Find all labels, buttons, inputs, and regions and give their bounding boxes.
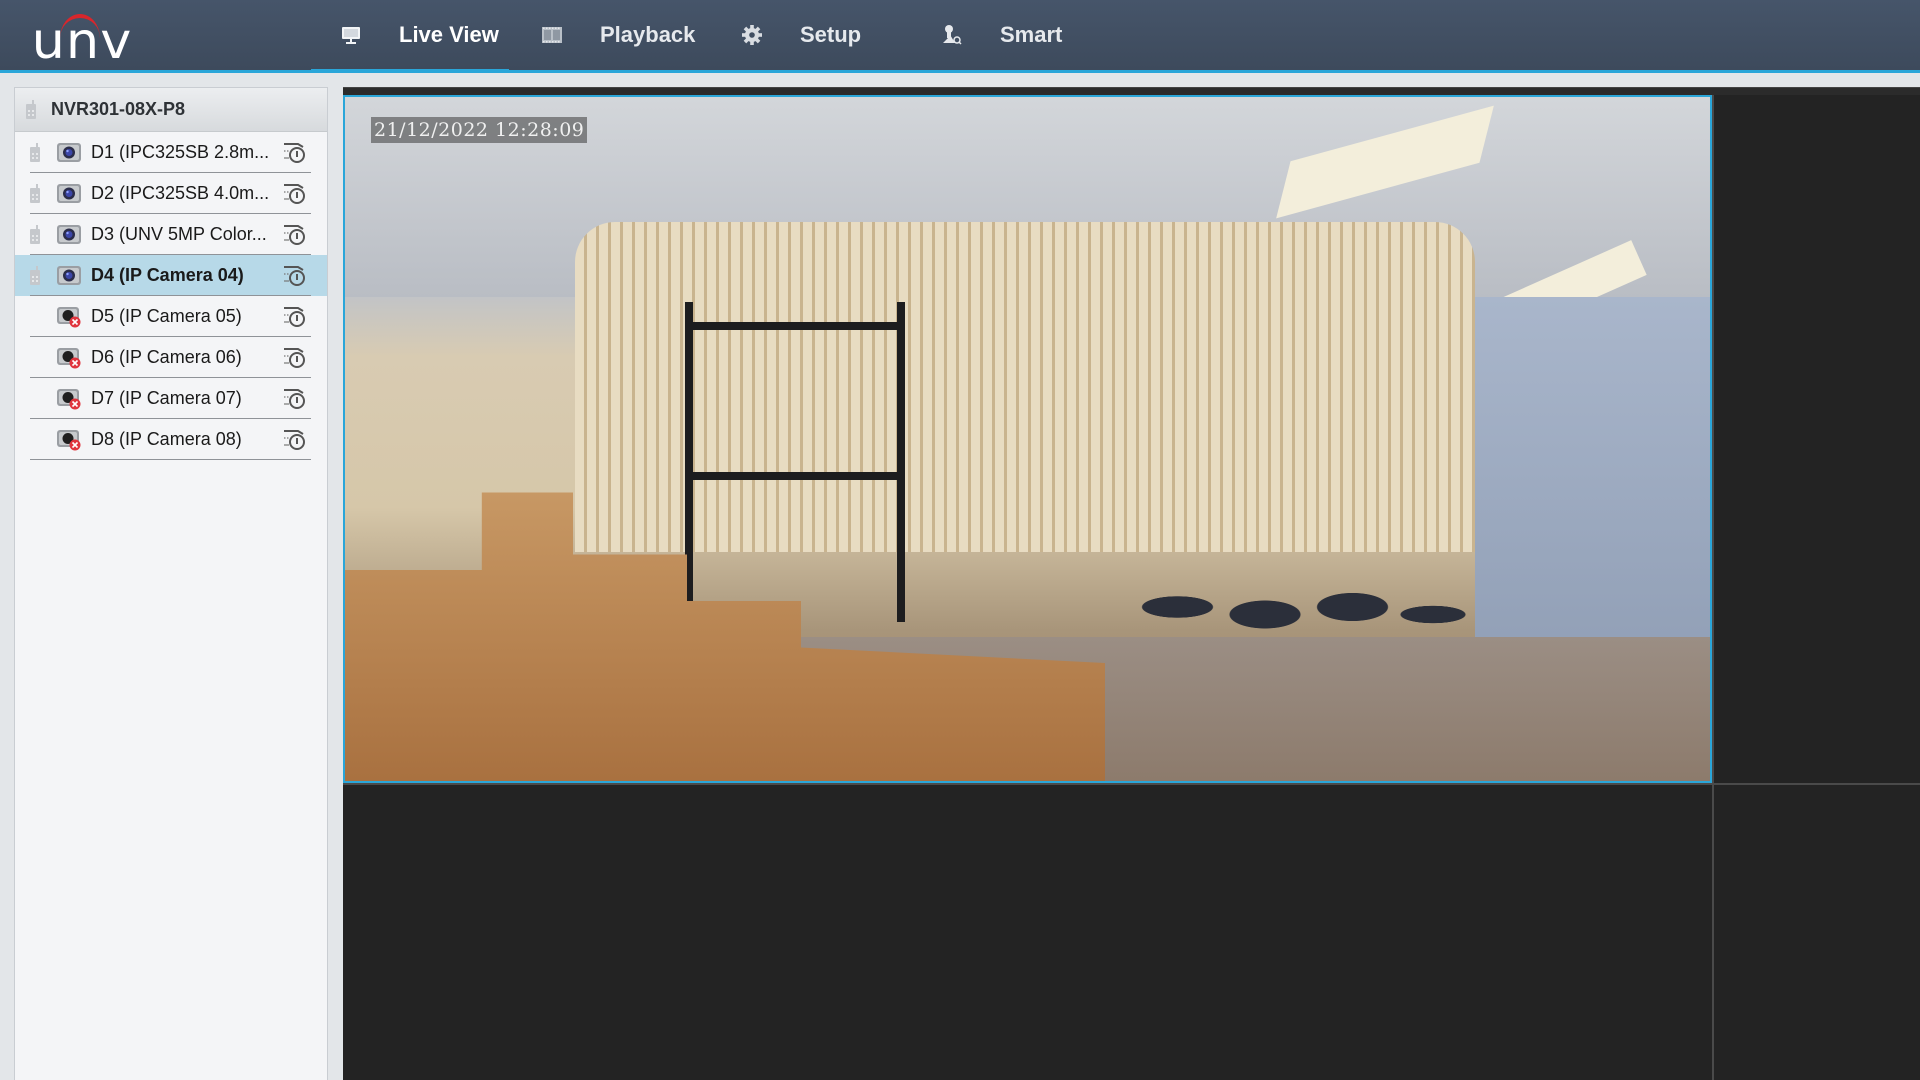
video-tile-4[interactable] — [1714, 785, 1920, 1080]
row-divider — [30, 459, 311, 460]
tab-smart-label: Smart — [1000, 22, 1063, 47]
channel-label: D6 (IP Camera 06) — [91, 347, 242, 367]
nvr-device-icon — [25, 99, 37, 120]
signal-device-icon — [29, 225, 41, 250]
record-schedule-icon[interactable] — [281, 141, 307, 165]
channel-row-d4[interactable]: D4 (IP Camera 04) — [15, 255, 327, 296]
signal-device-icon — [29, 184, 41, 209]
record-schedule-icon[interactable] — [281, 346, 307, 370]
tab-smart[interactable]: Smart — [940, 0, 1062, 70]
camera-online-icon — [56, 140, 82, 164]
video-tile-2[interactable] — [1714, 95, 1920, 783]
record-schedule-icon[interactable] — [281, 223, 307, 247]
signal-device-icon — [29, 266, 41, 291]
channel-label: D7 (IP Camera 07) — [91, 388, 242, 408]
video-toolbar-strip — [343, 87, 1920, 95]
logo-text: unv — [31, 12, 133, 70]
tab-live-view[interactable]: Live View — [311, 0, 509, 73]
channel-label: D4 (IP Camera 04) — [91, 265, 244, 285]
video-scene-chairs — [1125, 547, 1475, 697]
signal-device-icon — [29, 143, 41, 168]
camera-offline-icon — [56, 386, 82, 410]
record-schedule-icon[interactable] — [281, 387, 307, 411]
channel-row-d8[interactable]: D8 (IP Camera 08) — [15, 419, 327, 460]
tab-setup-label: Setup — [800, 22, 862, 47]
monitor-icon — [339, 23, 363, 47]
record-schedule-icon[interactable] — [281, 264, 307, 288]
video-tile-3[interactable] — [343, 785, 1712, 1080]
channel-row-d6[interactable]: D6 (IP Camera 06) — [15, 337, 327, 378]
record-schedule-icon[interactable] — [281, 428, 307, 452]
channel-label: D2 (IPC325SB 4.0m... — [91, 183, 270, 203]
channel-list: D1 (IPC325SB 2.8m... D2 (IPC325SB 4.0m..… — [15, 132, 327, 460]
gear-icon — [740, 23, 764, 47]
tab-playback[interactable]: Playback — [540, 0, 695, 70]
unv-logo: unv — [32, 10, 131, 66]
channel-row-d7[interactable]: D7 (IP Camera 07) — [15, 378, 327, 419]
camera-online-icon — [56, 181, 82, 205]
tab-playback-label: Playback — [600, 22, 696, 47]
channel-row-d3[interactable]: D3 (UNV 5MP Color... — [15, 214, 327, 255]
channel-row-d2[interactable]: D2 (IPC325SB 4.0m... — [15, 173, 327, 214]
camera-online-icon — [56, 222, 82, 246]
person-search-icon — [940, 23, 964, 47]
grid-divider-horizontal — [343, 783, 1920, 785]
osd-timestamp: 21/12/2022 12:28:09 — [371, 117, 588, 143]
device-tree-panel: NVR301-08X-P8 D1 (IPC325SB 2.8m... D2 (I… — [14, 87, 328, 1080]
tab-setup[interactable]: Setup — [740, 0, 861, 70]
video-scene-shelf — [685, 302, 905, 622]
camera-offline-icon — [56, 304, 82, 328]
channel-row-d5[interactable]: D5 (IP Camera 05) — [15, 296, 327, 337]
channel-row-d1[interactable]: D1 (IPC325SB 2.8m... — [15, 132, 327, 173]
film-icon — [540, 23, 564, 47]
live-view-grid: 21/12/2022 12:28:09 — [343, 87, 1920, 1080]
record-schedule-icon[interactable] — [281, 182, 307, 206]
nvr-name: NVR301-08X-P8 — [51, 99, 186, 119]
nvr-root-node[interactable]: NVR301-08X-P8 — [15, 88, 327, 132]
tab-live-view-label: Live View — [399, 22, 499, 47]
record-schedule-icon[interactable] — [281, 305, 307, 329]
channel-label: D8 (IP Camera 08) — [91, 429, 242, 449]
channel-label: D3 (UNV 5MP Color... — [91, 224, 267, 244]
top-navigation-bar: unv Live View Playback Setup Smart — [0, 0, 1920, 73]
channel-label: D1 (IPC325SB 2.8m... — [91, 142, 270, 162]
camera-online-icon — [56, 263, 82, 287]
camera-offline-icon — [56, 427, 82, 451]
video-tile-1[interactable]: 21/12/2022 12:28:09 — [343, 95, 1712, 783]
channel-label: D5 (IP Camera 05) — [91, 306, 242, 326]
camera-offline-icon — [56, 345, 82, 369]
grid-divider-vertical — [1712, 95, 1714, 1080]
